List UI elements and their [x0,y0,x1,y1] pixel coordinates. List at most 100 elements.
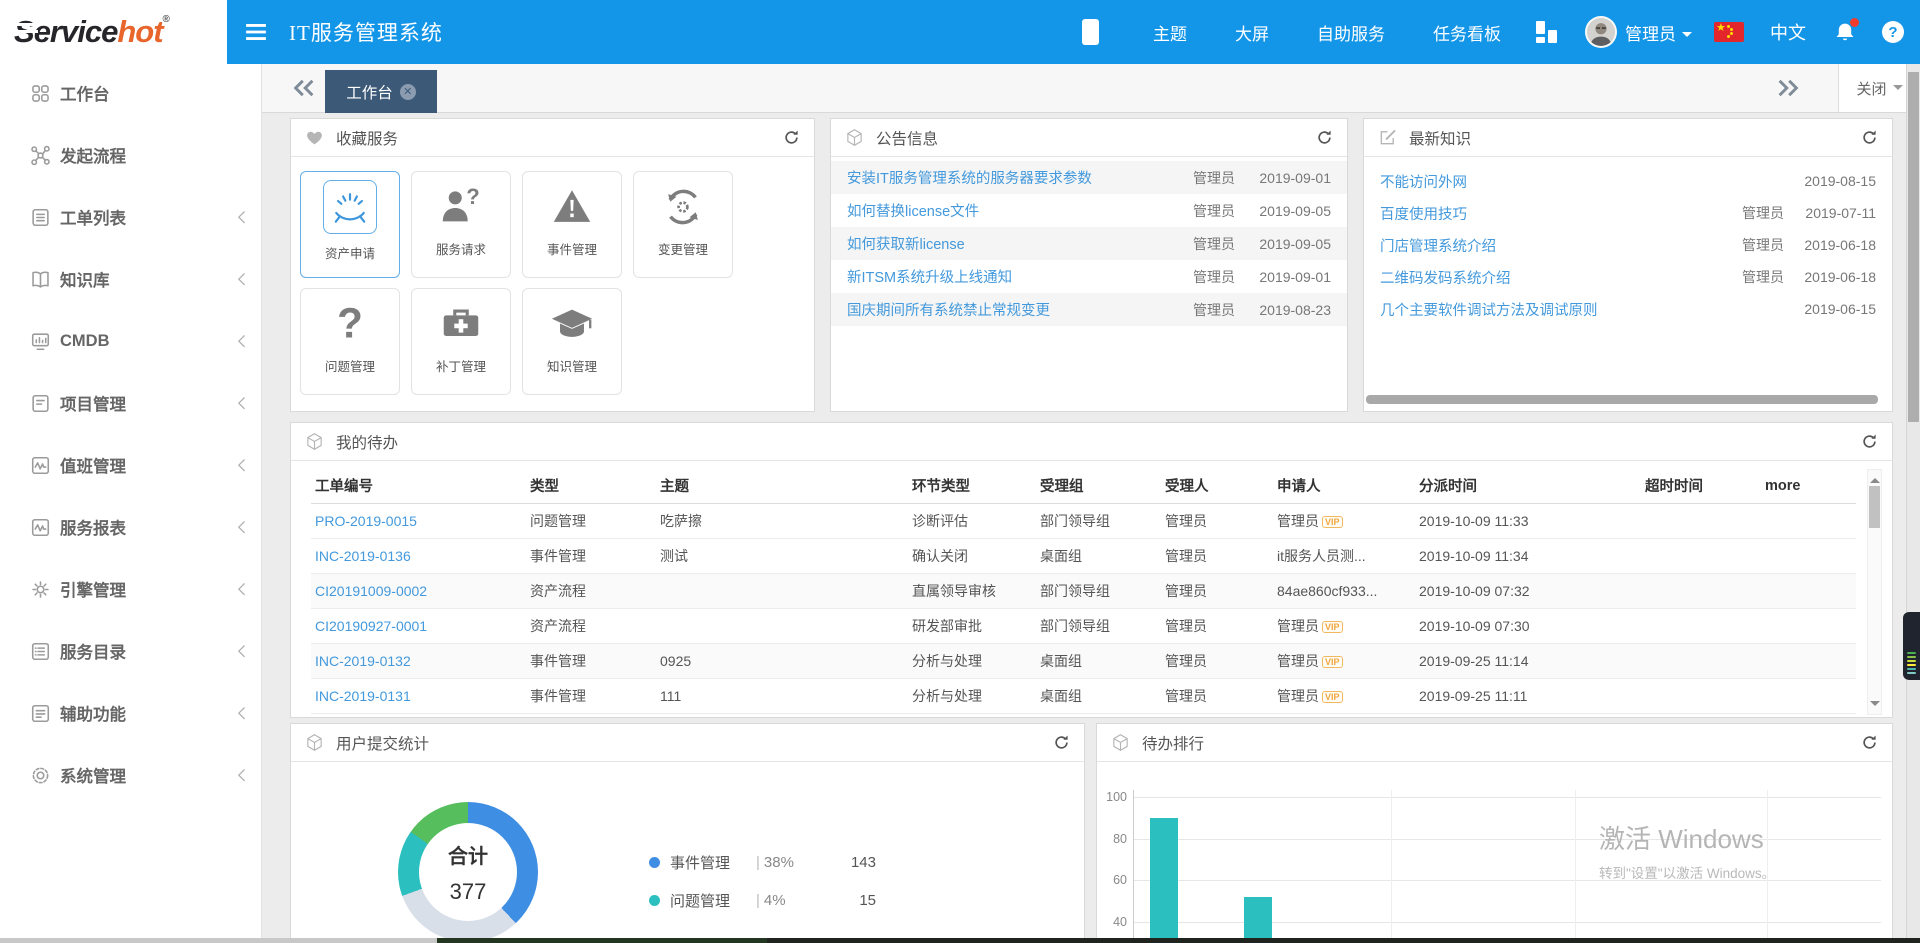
asset-request-icon [323,180,377,234]
todo-rank-panel: 待办排行 100806040 激活 Windows 转到"设置"以激活 Wind… [1096,723,1893,943]
sidebar-item-9[interactable]: 引擎管理 [0,569,262,609]
order-link[interactable]: PRO-2019-0015 [315,513,417,529]
announcement-link[interactable]: 如何获取新license [847,233,1171,254]
duty-icon [30,455,51,476]
column-header: 受理组 [1036,469,1161,503]
browser-extension-widget[interactable] [1903,612,1920,680]
scrollbar-thumb[interactable] [1869,486,1880,528]
order-link[interactable]: INC-2019-0136 [315,548,411,564]
service-tile-3[interactable]: 事件管理 [522,171,622,278]
sidebar-item-label: 服务目录 [60,639,126,663]
service-tile-5[interactable]: ?问题管理 [300,288,400,395]
nav-selfservice[interactable]: 自助服务 [1293,20,1409,45]
refresh-icon[interactable] [1861,433,1878,450]
announcement-link[interactable]: 国庆期间所有系统禁止常规变更 [847,299,1171,320]
knowledge-row: 门店管理系统介绍 管理员 2019-06-18 [1364,229,1892,261]
sidebar-item-label: 服务报表 [60,515,126,539]
announcement-link[interactable]: 安装IT服务管理系统的服务器要求参数 [847,167,1171,188]
knowledge-link[interactable]: 二维码发码系统介绍 [1380,267,1714,288]
logo: Servicehot® [0,0,262,64]
refresh-icon[interactable] [1316,129,1333,146]
sidebar-item-1[interactable]: 工作台 [0,73,262,113]
todos-more-link[interactable]: more [1761,469,1856,503]
table-row[interactable]: 资产流程部门领导组管理员管理员 [311,713,1856,718]
knowledge-link[interactable]: 百度使用技巧 [1380,203,1714,224]
nav-taskboard[interactable]: 任务看板 [1409,20,1525,45]
catalog-icon [30,641,51,662]
column-header: 申请人 [1273,469,1415,503]
user-menu[interactable]: 管理员 [1625,20,1692,45]
refresh-icon[interactable] [783,129,800,146]
sidebar-item-2[interactable]: 发起流程 [0,135,262,175]
knowledge-row: 百度使用技巧 管理员 2019-07-11 [1364,197,1892,229]
sidebar-item-11[interactable]: 辅助功能 [0,693,262,733]
scroll-down-icon[interactable] [1870,701,1880,711]
order-link[interactable]: INC-2019-0132 [315,653,411,669]
table-row[interactable]: CI20190927-0001资产流程研发部审批部门领导组管理员管理员VIP20… [311,608,1856,643]
fullscreen-icon[interactable] [1082,19,1099,45]
refresh-icon[interactable] [1861,734,1878,751]
table-row[interactable]: INC-2019-0136事件管理测试确认关闭桌面组管理员it服务人员测...2… [311,538,1856,573]
announcement-author: 管理员 [1171,168,1235,188]
language-switch[interactable]: 中文 [1770,19,1806,45]
column-header: 分派时间 [1415,469,1641,503]
hamburger-menu-icon[interactable] [245,23,267,41]
refresh-icon[interactable] [1861,129,1878,146]
report-icon [30,517,51,538]
service-tile-7[interactable]: 知识管理 [522,288,622,395]
flag-icon[interactable]: ★ [1714,22,1744,42]
service-tile-4[interactable]: 变更管理 [633,171,733,278]
announcement-link[interactable]: 如何替换license文件 [847,200,1171,221]
patch-icon [438,301,484,347]
sidebar-item-8[interactable]: 服务报表 [0,507,262,547]
panel-title: 待办排行 [1142,732,1204,754]
chevron-left-icon [237,768,246,782]
horizontal-scrollbar[interactable] [1366,395,1878,404]
tab-close-icon[interactable]: ✕ [400,84,416,100]
announcement-author: 管理员 [1171,201,1235,221]
sidebar-item-6[interactable]: 项目管理 [0,383,262,423]
nav-theme[interactable]: 主题 [1129,20,1211,45]
table-row[interactable]: INC-2019-0131事件管理111分析与处理桌面组管理员管理员VIP201… [311,678,1856,713]
scroll-up-icon[interactable] [1870,473,1880,483]
refresh-icon[interactable] [1053,734,1070,751]
sidebar-item-10[interactable]: 服务目录 [0,631,262,671]
nav-bigscreen[interactable]: 大屏 [1211,20,1293,45]
table-row[interactable]: INC-2019-0132事件管理0925分析与处理桌面组管理员管理员VIP20… [311,643,1856,678]
sidebar-item-4[interactable]: 知识库 [0,259,262,299]
page-scrollbar[interactable] [1906,64,1920,943]
table-row[interactable]: PRO-2019-0015问题管理吃萨擦诊断评估部门领导组管理员管理员VIP20… [311,503,1856,538]
panel-title: 用户提交统计 [336,732,429,754]
order-link[interactable]: CI20190927-0001 [315,618,427,634]
knowledge-date: 2019-06-18 [1784,269,1876,285]
sidebar-item-7[interactable]: 值班管理 [0,445,262,485]
service-tile-6[interactable]: 补丁管理 [411,288,511,395]
tab-scroll-right-icon[interactable] [1776,76,1800,100]
knowledge-row: 不能访问外网 2019-08-15 [1364,165,1892,197]
order-link[interactable]: INC-2019-0131 [315,688,411,704]
column-header: 类型 [526,469,656,503]
tab-scroll-left-icon[interactable] [292,76,316,100]
incident-icon [549,184,595,230]
vertical-scrollbar[interactable] [1867,469,1882,715]
knowledge-link[interactable]: 不能访问外网 [1380,171,1714,192]
user-avatar[interactable] [1585,16,1617,48]
service-tile-label: 问题管理 [325,356,375,375]
page-scrollbar-thumb[interactable] [1908,72,1919,422]
knowledge-link[interactable]: 几个主要软件调试方法及调试原则 [1380,299,1714,320]
sidebar-item-3[interactable]: 工单列表 [0,197,262,237]
help-icon[interactable]: ? [1882,21,1904,43]
announcement-link[interactable]: 新ITSM系统升级上线通知 [847,266,1171,287]
chevron-left-icon [237,334,246,348]
order-link[interactable]: CI20191009-0002 [315,583,427,599]
service-tile-2[interactable]: ?服务请求 [411,171,511,278]
sidebar-item-5[interactable]: CMDB [0,321,262,361]
panel-title: 我的待办 [336,431,398,453]
table-row[interactable]: CI20191009-0002资产流程直属领导审核部门领导组管理员84ae860… [311,573,1856,608]
tab-workbench[interactable]: 工作台 ✕ [325,70,437,113]
sidebar-item-12[interactable]: 系统管理 [0,755,262,795]
service-tile-1[interactable]: 资产申请 [300,171,400,278]
notifications-bell-icon[interactable] [1834,21,1856,43]
knowledge-link[interactable]: 门店管理系统介绍 [1380,235,1714,256]
apps-grid-icon[interactable] [1535,21,1557,43]
